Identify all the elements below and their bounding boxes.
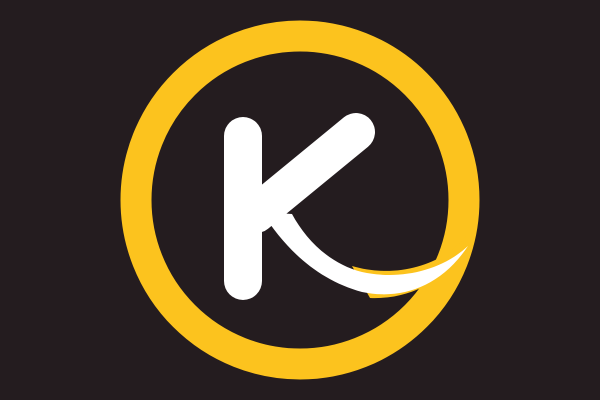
logo-canvas: K: [0, 0, 600, 400]
k-circle-logo-icon: K: [0, 0, 600, 400]
